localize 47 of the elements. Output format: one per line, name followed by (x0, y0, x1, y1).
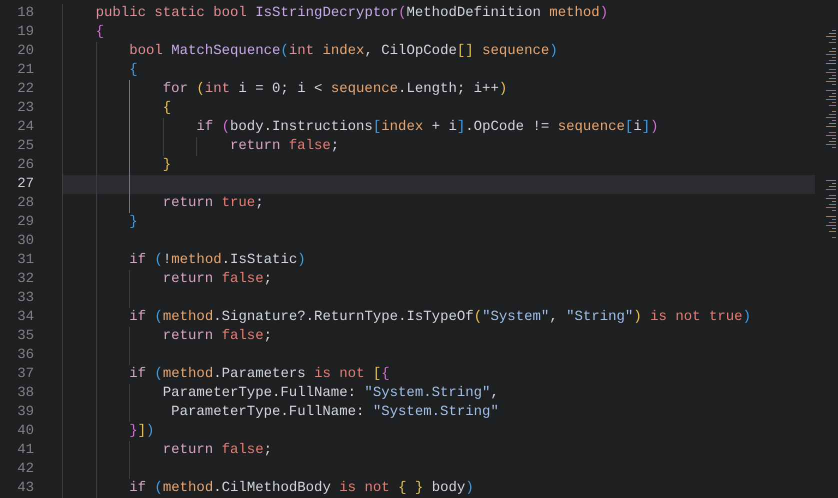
line-number: 19 (16, 23, 34, 42)
code-line: }]) (62, 422, 815, 441)
line-number: 27 (16, 175, 34, 194)
code-line: } (62, 213, 815, 232)
line-number: 29 (16, 213, 34, 232)
code-line: } (62, 156, 815, 175)
code-line: public static bool IsStringDecryptor(MethodDefinition method) (62, 4, 815, 23)
code-line: { (62, 61, 815, 80)
line-number: 21 (16, 61, 34, 80)
line-number: 41 (16, 441, 34, 460)
code-line: return false; (62, 441, 815, 460)
line-number: 24 (16, 118, 34, 137)
line-number: 23 (16, 99, 34, 118)
line-number: 22 (16, 80, 34, 99)
line-number: 34 (16, 308, 34, 327)
line-number: 43 (16, 479, 34, 498)
line-number: 39 (16, 403, 34, 422)
line-number: 33 (16, 289, 34, 308)
line-number: 35 (16, 327, 34, 346)
code-line: return false; (62, 327, 815, 346)
code-line: { (62, 23, 815, 42)
line-number: 36 (16, 346, 34, 365)
code-line: if (method.Parameters is not [{ (62, 365, 815, 384)
line-number: 26 (16, 156, 34, 175)
code-line: for (int i = 0; i < sequence.Length; i++) (62, 80, 815, 99)
line-number: 30 (16, 232, 34, 251)
line-number: 32 (16, 270, 34, 289)
line-number: 31 (16, 251, 34, 270)
code-line: ParameterType.FullName: "System.String", (62, 384, 815, 403)
code-line: ParameterType.FullName: "System.String" (62, 403, 815, 422)
line-number: 37 (16, 365, 34, 384)
code-line: if (!method.IsStatic) (62, 251, 815, 270)
code-line: return false; (62, 137, 815, 156)
line-number: 25 (16, 137, 34, 156)
code-line: return true; (62, 194, 815, 213)
line-number: 38 (16, 384, 34, 403)
line-number: 18 (16, 4, 34, 23)
line-number: 42 (16, 460, 34, 479)
line-number: 20 (16, 42, 34, 61)
line-number: 40 (16, 422, 34, 441)
code-line: return false; (62, 270, 815, 289)
code-line: if (method.Signature?.ReturnType.IsTypeOf("System", "String") is not true) (62, 308, 815, 327)
code-line: if (body.Instructions[index + i].OpCode != sequence[i]) (62, 118, 815, 137)
code-line: if (method.CilMethodBody is not { } body) (62, 479, 815, 498)
code-line: bool MatchSequence(int index, CilOpCode[] sequence) (62, 42, 815, 61)
code-line: { (62, 99, 815, 118)
line-number: 28 (16, 194, 34, 213)
